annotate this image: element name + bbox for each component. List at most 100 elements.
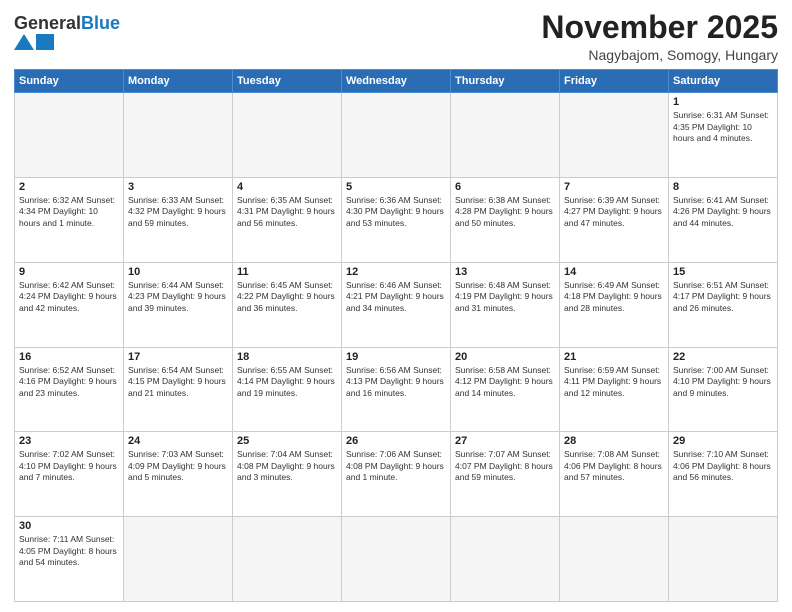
calendar-cell: 12Sunrise: 6:46 AM Sunset: 4:21 PM Dayli… <box>342 262 451 347</box>
week-row-1: 1 Sunrise: 6:31 AM Sunset: 4:35 PM Daylig… <box>15 93 778 178</box>
logo-box-icon <box>36 34 54 50</box>
day-number: 7 <box>564 181 664 193</box>
day-info: Sunrise: 6:41 AM Sunset: 4:26 PM Dayligh… <box>673 195 773 229</box>
day-info: Sunrise: 6:48 AM Sunset: 4:19 PM Dayligh… <box>455 280 555 314</box>
day-info: Sunrise: 6:58 AM Sunset: 4:12 PM Dayligh… <box>455 365 555 399</box>
calendar-cell <box>451 517 560 602</box>
day-number: 13 <box>455 266 555 278</box>
day-info: Sunrise: 6:59 AM Sunset: 4:11 PM Dayligh… <box>564 365 664 399</box>
day-info: Sunrise: 6:55 AM Sunset: 4:14 PM Dayligh… <box>237 365 337 399</box>
weekday-row: SundayMondayTuesdayWednesdayThursdayFrid… <box>15 70 778 93</box>
day-info: Sunrise: 7:06 AM Sunset: 4:08 PM Dayligh… <box>346 449 446 483</box>
day-number: 9 <box>19 266 119 278</box>
calendar-cell: 1 Sunrise: 6:31 AM Sunset: 4:35 PM Daylig… <box>669 93 778 178</box>
day-number: 30 <box>19 520 119 532</box>
calendar-cell: 19Sunrise: 6:56 AM Sunset: 4:13 PM Dayli… <box>342 347 451 432</box>
calendar-cell: 20Sunrise: 6:58 AM Sunset: 4:12 PM Dayli… <box>451 347 560 432</box>
day-number: 21 <box>564 351 664 363</box>
week-row-2: 2 Sunrise: 6:32 AM Sunset: 4:34 PM Daylig… <box>15 177 778 262</box>
day-info: Sunrise: 6:42 AM Sunset: 4:24 PM Dayligh… <box>19 280 119 314</box>
day-info: Sunrise: 6:45 AM Sunset: 4:22 PM Dayligh… <box>237 280 337 314</box>
logo-blue-text: Blue <box>81 13 120 33</box>
day-info: Sunrise: 6:51 AM Sunset: 4:17 PM Dayligh… <box>673 280 773 314</box>
calendar-cell: 21 Sunrise: 6:59 AM Sunset: 4:11 PM Dayli… <box>560 347 669 432</box>
calendar: SundayMondayTuesdayWednesdayThursdayFrid… <box>14 69 778 602</box>
logo-bar <box>14 34 54 50</box>
calendar-cell: 16 Sunrise: 6:52 AM Sunset: 4:16 PM Dayli… <box>15 347 124 432</box>
day-number: 17 <box>128 351 228 363</box>
day-number: 28 <box>564 435 664 447</box>
calendar-cell: 7Sunrise: 6:39 AM Sunset: 4:27 PM Daylig… <box>560 177 669 262</box>
day-number: 10 <box>128 266 228 278</box>
day-number: 22 <box>673 351 773 363</box>
calendar-cell: 27 Sunrise: 7:07 AM Sunset: 4:07 PM Dayli… <box>451 432 560 517</box>
logo: GeneralBlue <box>14 14 120 50</box>
calendar-cell: 13 Sunrise: 6:48 AM Sunset: 4:19 PM Dayli… <box>451 262 560 347</box>
day-number: 11 <box>237 266 337 278</box>
calendar-cell: 18 Sunrise: 6:55 AM Sunset: 4:14 PM Dayli… <box>233 347 342 432</box>
calendar-cell: 4Sunrise: 6:35 AM Sunset: 4:31 PM Daylig… <box>233 177 342 262</box>
calendar-cell: 2 Sunrise: 6:32 AM Sunset: 4:34 PM Daylig… <box>15 177 124 262</box>
week-row-5: 23 Sunrise: 7:02 AM Sunset: 4:10 PM Dayli… <box>15 432 778 517</box>
day-number: 1 <box>673 96 773 108</box>
day-info: Sunrise: 6:32 AM Sunset: 4:34 PM Dayligh… <box>19 195 119 229</box>
day-info: Sunrise: 7:02 AM Sunset: 4:10 PM Dayligh… <box>19 449 119 483</box>
week-row-6: 30 Sunrise: 7:11 AM Sunset: 4:05 PM Dayli… <box>15 517 778 602</box>
day-number: 29 <box>673 435 773 447</box>
day-number: 16 <box>19 351 119 363</box>
weekday-header-tuesday: Tuesday <box>233 70 342 93</box>
calendar-cell: 9 Sunrise: 6:42 AM Sunset: 4:24 PM Daylig… <box>15 262 124 347</box>
calendar-cell <box>233 93 342 178</box>
calendar-cell: 15Sunrise: 6:51 AM Sunset: 4:17 PM Dayli… <box>669 262 778 347</box>
day-info: Sunrise: 7:04 AM Sunset: 4:08 PM Dayligh… <box>237 449 337 483</box>
day-number: 27 <box>455 435 555 447</box>
day-number: 18 <box>237 351 337 363</box>
day-number: 24 <box>128 435 228 447</box>
day-info: Sunrise: 6:38 AM Sunset: 4:28 PM Dayligh… <box>455 195 555 229</box>
day-info: Sunrise: 7:03 AM Sunset: 4:09 PM Dayligh… <box>128 449 228 483</box>
day-number: 2 <box>19 181 119 193</box>
calendar-cell: 29 Sunrise: 7:10 AM Sunset: 4:06 PM Dayli… <box>669 432 778 517</box>
week-row-3: 9 Sunrise: 6:42 AM Sunset: 4:24 PM Daylig… <box>15 262 778 347</box>
calendar-cell: 25 Sunrise: 7:04 AM Sunset: 4:08 PM Dayli… <box>233 432 342 517</box>
day-number: 26 <box>346 435 446 447</box>
weekday-header-monday: Monday <box>124 70 233 93</box>
day-number: 8 <box>673 181 773 193</box>
calendar-cell <box>342 93 451 178</box>
weekday-header-friday: Friday <box>560 70 669 93</box>
calendar-cell <box>451 93 560 178</box>
page: GeneralBlue November 2025 Nagybajom, Som… <box>0 0 792 612</box>
weekday-header-saturday: Saturday <box>669 70 778 93</box>
calendar-cell <box>560 93 669 178</box>
calendar-cell: 28Sunrise: 7:08 AM Sunset: 4:06 PM Dayli… <box>560 432 669 517</box>
day-info: Sunrise: 6:31 AM Sunset: 4:35 PM Dayligh… <box>673 110 773 144</box>
day-info: Sunrise: 6:36 AM Sunset: 4:30 PM Dayligh… <box>346 195 446 229</box>
calendar-cell: 22 Sunrise: 7:00 AM Sunset: 4:10 PM Dayli… <box>669 347 778 432</box>
day-number: 14 <box>564 266 664 278</box>
calendar-cell <box>233 517 342 602</box>
day-info: Sunrise: 6:44 AM Sunset: 4:23 PM Dayligh… <box>128 280 228 314</box>
day-number: 25 <box>237 435 337 447</box>
calendar-cell: 17 Sunrise: 6:54 AM Sunset: 4:15 PM Dayli… <box>124 347 233 432</box>
day-info: Sunrise: 6:52 AM Sunset: 4:16 PM Dayligh… <box>19 365 119 399</box>
day-info: Sunrise: 7:10 AM Sunset: 4:06 PM Dayligh… <box>673 449 773 483</box>
day-info: Sunrise: 7:00 AM Sunset: 4:10 PM Dayligh… <box>673 365 773 399</box>
weekday-header-thursday: Thursday <box>451 70 560 93</box>
calendar-header: SundayMondayTuesdayWednesdayThursdayFrid… <box>15 70 778 93</box>
calendar-cell: 14Sunrise: 6:49 AM Sunset: 4:18 PM Dayli… <box>560 262 669 347</box>
calendar-cell: 24 Sunrise: 7:03 AM Sunset: 4:09 PM Dayli… <box>124 432 233 517</box>
calendar-cell <box>669 517 778 602</box>
day-info: Sunrise: 7:11 AM Sunset: 4:05 PM Dayligh… <box>19 534 119 568</box>
calendar-cell: 26 Sunrise: 7:06 AM Sunset: 4:08 PM Dayli… <box>342 432 451 517</box>
day-number: 19 <box>346 351 446 363</box>
main-title: November 2025 <box>541 10 778 45</box>
day-info: Sunrise: 6:46 AM Sunset: 4:21 PM Dayligh… <box>346 280 446 314</box>
calendar-cell <box>124 93 233 178</box>
day-info: Sunrise: 7:07 AM Sunset: 4:07 PM Dayligh… <box>455 449 555 483</box>
day-number: 6 <box>455 181 555 193</box>
calendar-cell: 8 Sunrise: 6:41 AM Sunset: 4:26 PM Daylig… <box>669 177 778 262</box>
day-info: Sunrise: 6:54 AM Sunset: 4:15 PM Dayligh… <box>128 365 228 399</box>
day-number: 23 <box>19 435 119 447</box>
day-number: 3 <box>128 181 228 193</box>
logo-triangle-icon <box>14 34 34 50</box>
